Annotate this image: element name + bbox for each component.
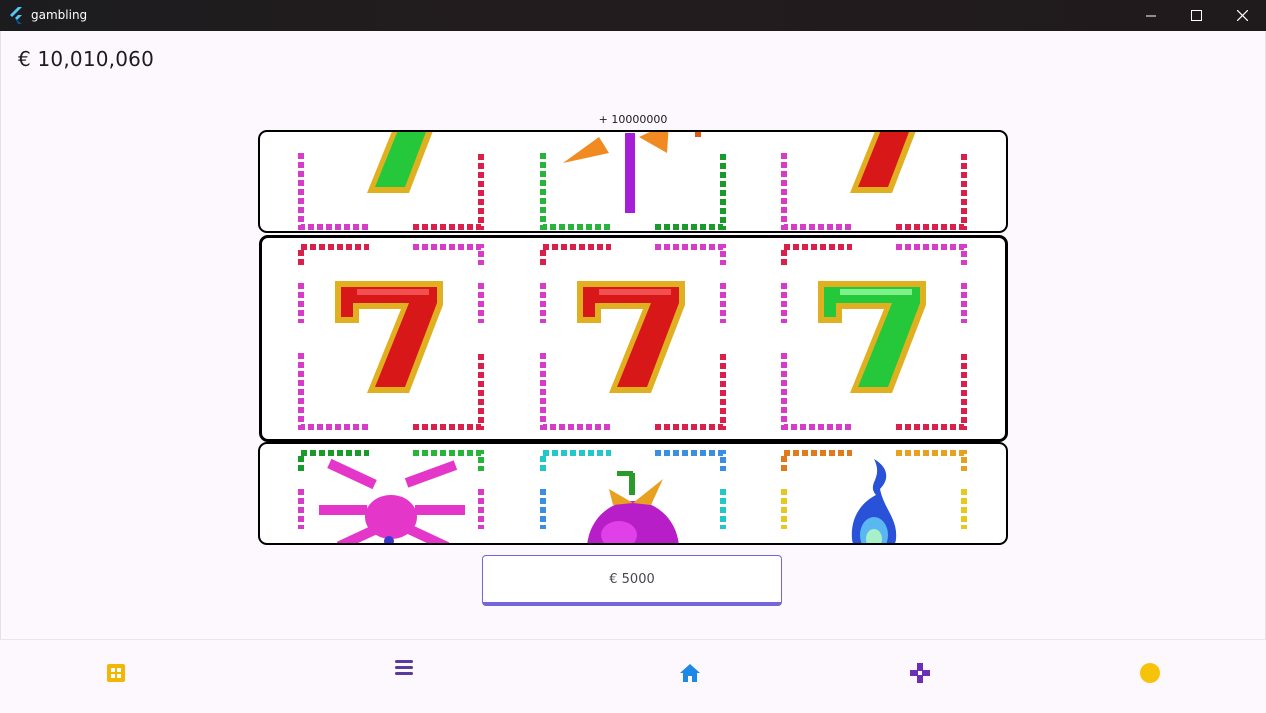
reel-symbol-pink-spider [297,449,485,545]
nav-item-coins[interactable] [1135,658,1165,688]
reel-symbol-eggplant [539,130,727,231]
nav-item-home[interactable] [675,658,705,688]
nav-item-grid[interactable] [101,658,131,688]
nav-item-menu[interactable] [389,652,419,682]
maximize-button[interactable] [1173,0,1219,31]
minimize-icon [1145,15,1156,17]
window-title: gambling [31,8,88,22]
maximize-icon [1190,10,1202,21]
minimize-button[interactable] [1128,0,1174,31]
reel-row-middle [259,235,1008,442]
gamepad-icon [910,663,930,683]
coin-icon [1140,663,1160,683]
reel-symbol-purple-fruit [539,449,727,545]
reel-row-top [258,130,1008,233]
last-win-label: + 10000000 [598,113,668,126]
close-icon [1236,10,1248,21]
bottom-navigation [0,640,1266,713]
reel-symbol-blue-flame [780,449,968,545]
window-titlebar: gambling [0,0,1266,31]
home-icon [680,664,700,682]
reel-row-bottom [258,442,1008,545]
reel-symbol-red-seven [539,243,727,431]
flutter-logo-icon [10,7,22,24]
bet-spin-button[interactable]: € 5000 [482,555,782,606]
balance-display: € 10,010,060 [18,47,154,71]
bet-amount-label: € 5000 [609,571,655,587]
close-button[interactable] [1219,0,1265,31]
grid-icon [107,664,125,682]
reel-symbol-green-seven [780,243,968,431]
menu-icon [395,660,413,675]
reel-symbol-red-seven [780,130,968,231]
reel-symbol-green-seven [297,130,485,231]
reel-symbol-red-seven [297,243,485,431]
nav-item-games[interactable] [905,658,935,688]
